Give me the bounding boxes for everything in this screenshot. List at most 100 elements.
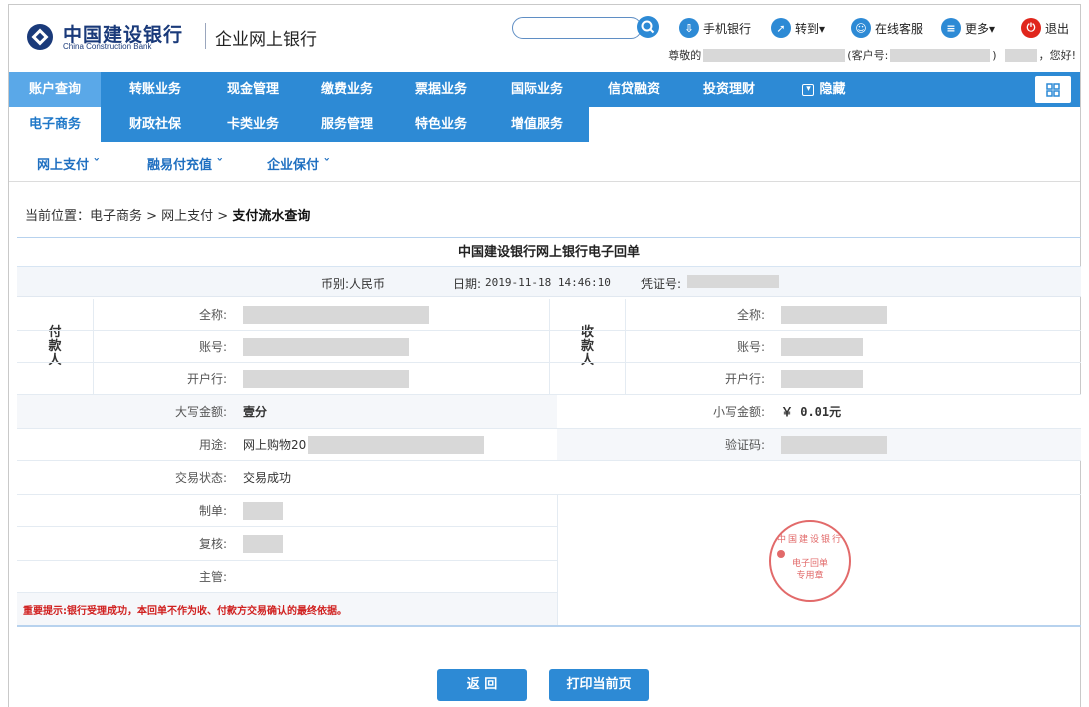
tab-cash-management[interactable]: 现金管理 — [209, 72, 297, 107]
sub-guaranteed-payment[interactable]: 企业保付 ˇ — [267, 154, 330, 173]
stamp-top-text: 中国建设银行 — [776, 535, 843, 545]
tab-payment[interactable]: 缴费业务 — [297, 72, 397, 107]
payer-name-label: 全称: — [198, 308, 227, 322]
purpose-value: 网上购物20 — [237, 429, 557, 460]
power-icon: ⏻ — [1021, 18, 1041, 38]
user-redacted — [1004, 48, 1037, 62]
goto-label: 转到▾ — [795, 21, 826, 36]
tab-international[interactable]: 国际业务 — [485, 72, 589, 107]
payee-account-redacted — [781, 337, 863, 356]
amount-lower-value: ￥ 0.01元 — [775, 395, 1081, 428]
amount-upper-label: 大写金额: — [174, 405, 227, 419]
date-value: 2019-11-18 14:46:10 — [485, 276, 611, 289]
verify-code-value — [775, 429, 1081, 460]
status-label: 交易状态: — [174, 471, 227, 485]
tab-cards[interactable]: 卡类业务 — [209, 107, 297, 142]
voucher-label: 凭证号: — [641, 277, 682, 291]
more-label: 更多▾ — [965, 21, 996, 36]
search-icon[interactable] — [636, 15, 660, 39]
breadcrumb: 当前位置：电子商务 > 网上支付 > 支付流水查询 — [25, 205, 310, 224]
hide-label: 隐藏 — [819, 82, 846, 97]
receipt-title: 中国建设银行网上银行电子回单 — [17, 237, 1081, 267]
back-button[interactable]: 返 回 — [437, 669, 527, 701]
column-divider — [557, 495, 558, 625]
search-input[interactable] — [512, 17, 642, 39]
verify-code-redacted — [781, 435, 887, 454]
grid-icon — [1046, 82, 1060, 97]
payee-name-redacted — [781, 305, 887, 324]
checker-redacted — [243, 534, 283, 553]
tab-transfer[interactable]: 转账业务 — [101, 72, 209, 107]
customer-no-close: ) — [992, 48, 997, 62]
maker-value — [237, 495, 537, 526]
greeting: 尊敬的 (客户号: ) ，您好! — [668, 47, 1076, 63]
stamp-bottom-text: 专用章 — [796, 571, 824, 581]
row-account: 账号: 账号: — [17, 331, 1081, 363]
ccb-logo-icon — [27, 24, 53, 50]
currency-text: 币别:人民币 — [321, 277, 386, 291]
warning-text: 重要提示:银行受理成功，本回单不作为收、付款方交易确认的最终依据。 — [23, 605, 347, 617]
maker-redacted — [243, 501, 283, 520]
list-icon: ≡ — [941, 18, 961, 38]
customer-no-redacted — [890, 48, 991, 62]
tab-value-added[interactable]: 增值服务 — [485, 107, 589, 142]
date-label: 日期: — [453, 277, 482, 291]
mobile-banking-link[interactable]: ⇩ 手机银行 — [679, 17, 751, 39]
tab-account-query[interactable]: 账户查询 — [9, 72, 101, 107]
sub-nav: 网上支付 ˇ 融易付充值 ˇ 企业保付 ˇ — [9, 142, 1080, 182]
payee-name-label: 全称: — [736, 308, 765, 322]
payer-bank-redacted — [243, 369, 409, 388]
tab-e-commerce[interactable]: 电子商务 — [9, 107, 101, 142]
row-name: 全称: 全称: — [17, 299, 1081, 331]
logout-label: 退出 — [1045, 21, 1070, 36]
amount-lower-label: 小写金额: — [557, 395, 775, 428]
tab-finance-social[interactable]: 财政社保 — [101, 107, 209, 142]
user-name-redacted — [703, 48, 846, 62]
verify-code-label: 验证码: — [557, 429, 775, 460]
tab-credit[interactable]: 信贷融资 — [589, 72, 679, 107]
mobile-banking-label: 手机银行 — [703, 21, 752, 36]
tab-bills[interactable]: 票据业务 — [397, 72, 485, 107]
grid-menu-button[interactable] — [1035, 76, 1071, 103]
voucher-redacted — [687, 275, 779, 288]
sub-online-payment[interactable]: 网上支付 ˇ — [37, 154, 100, 173]
row-maker: 制单: — [17, 495, 557, 527]
supervisor-label: 主管: — [198, 570, 227, 584]
online-service-label: 在线客服 — [875, 21, 924, 36]
tab-service-management[interactable]: 服务管理 — [297, 107, 397, 142]
tab-special[interactable]: 特色业务 — [397, 107, 485, 142]
payee-bank-redacted — [781, 369, 863, 388]
more-menu[interactable]: ≡ 更多▾ — [941, 17, 995, 39]
payer-bank-label: 开户行: — [186, 372, 227, 386]
checker-value — [237, 527, 537, 560]
header: 中国建设银行 China Construction Bank 企业网上银行 ⇩ … — [9, 5, 1080, 73]
goto-menu[interactable]: ➚ 转到▾ — [771, 17, 825, 39]
row-warning: 重要提示:银行受理成功，本回单不作为收、付款方交易确认的最终依据。 — [17, 593, 557, 625]
logout-button[interactable]: ⏻ 退出 — [1021, 17, 1069, 39]
online-service-link[interactable]: ☺ 在线客服 — [851, 17, 923, 39]
collapse-icon: ▾ — [802, 83, 815, 96]
payee-bank-label: 开户行: — [724, 372, 765, 386]
payer-account-redacted — [243, 337, 409, 356]
tab-investment[interactable]: 投资理财 — [679, 72, 779, 107]
amount-upper-value: 壹分 — [243, 405, 268, 419]
sub-recharge[interactable]: 融易付充值 ˇ — [147, 154, 223, 173]
brand-divider — [205, 23, 206, 49]
customer-no-label: (客户号: — [847, 49, 889, 62]
row-status: 交易状态: 交易成功 — [17, 461, 1081, 495]
payee-bank-value — [775, 363, 1075, 394]
hide-nav-button[interactable]: ▾ 隐藏 — [789, 72, 859, 107]
payer-name-redacted — [243, 305, 429, 324]
status-value: 交易成功 — [243, 471, 292, 485]
hello-text: ，您好! — [1038, 49, 1076, 62]
greeting-prefix: 尊敬的 — [668, 49, 702, 62]
main-nav-row2: 电子商务 财政社保 卡类业务 服务管理 特色业务 增值服务 — [9, 107, 1080, 142]
user-service-icon: ☺ — [851, 18, 871, 38]
bank-seal-stamp: 中国建设银行 电子回单 专用章 — [769, 520, 851, 602]
receipt-meta: 币别:人民币 日期: 2019-11-18 14:46:10 凭证号: — [17, 267, 1081, 297]
stamp-middle-text: 电子回单 专用章 — [771, 558, 849, 582]
brand-subtitle: 企业网上银行 — [215, 30, 317, 50]
breadcrumb-path: 当前位置：电子商务 > 网上支付 > — [25, 209, 233, 224]
brand-english: China Construction Bank — [63, 42, 152, 51]
print-page-button[interactable]: 打印当前页 — [549, 669, 649, 701]
